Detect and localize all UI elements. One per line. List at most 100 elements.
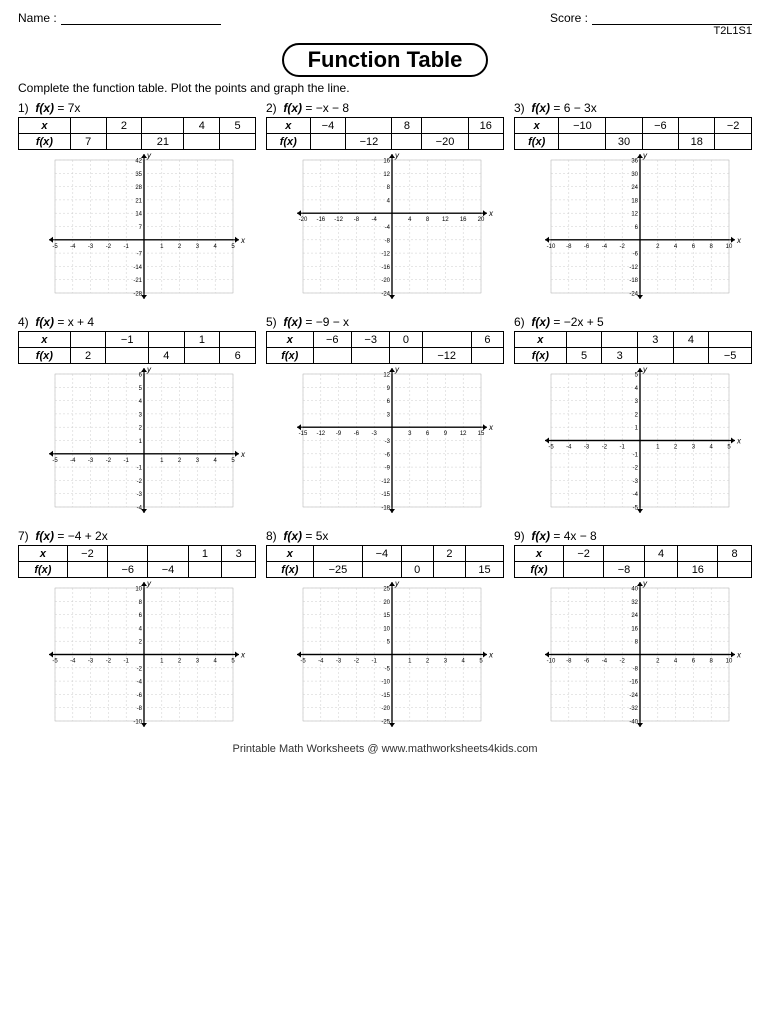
score-id: T2L1S1 bbox=[713, 25, 752, 37]
svg-text:-20: -20 bbox=[299, 217, 308, 223]
cell-2-1-4: −20 bbox=[422, 134, 468, 150]
svg-text:-40: -40 bbox=[629, 720, 638, 726]
problem-5: 5) f(x) = −9 − xx−6−306f(x)−12yx12963-3-… bbox=[266, 315, 504, 521]
cell-9-1-0: f(x) bbox=[515, 562, 564, 578]
cell-4-1-2 bbox=[106, 348, 149, 364]
cell-2-0-5: 16 bbox=[468, 118, 503, 134]
svg-text:y: y bbox=[146, 580, 152, 588]
cell-8-1-5: 15 bbox=[465, 562, 503, 578]
svg-text:-12: -12 bbox=[629, 265, 638, 271]
cell-7-1-3: −4 bbox=[148, 562, 188, 578]
cell-1-1-2 bbox=[106, 134, 142, 150]
svg-text:-8: -8 bbox=[354, 217, 360, 223]
svg-text:21: 21 bbox=[135, 198, 142, 204]
cell-1-0-5: 5 bbox=[220, 118, 256, 134]
cell-3-1-3 bbox=[642, 134, 679, 150]
cell-8-0-3 bbox=[401, 546, 433, 562]
cell-3-0-4 bbox=[679, 118, 715, 134]
cell-7-1-5 bbox=[222, 562, 256, 578]
func-table-9: x−248f(x)−816 bbox=[514, 545, 752, 578]
svg-text:-4: -4 bbox=[602, 244, 608, 250]
cell-9-0-0: x bbox=[515, 546, 564, 562]
cell-9-1-1 bbox=[563, 562, 603, 578]
cell-9-1-5 bbox=[718, 562, 752, 578]
cell-3-0-3: −6 bbox=[642, 118, 679, 134]
svg-text:36: 36 bbox=[631, 159, 638, 165]
svg-text:-15: -15 bbox=[299, 431, 308, 437]
svg-text:-4: -4 bbox=[566, 445, 572, 451]
cell-1-0-1 bbox=[70, 118, 106, 134]
svg-text:y: y bbox=[394, 152, 400, 160]
svg-text:-9: -9 bbox=[385, 466, 391, 472]
svg-text:40: 40 bbox=[631, 587, 638, 593]
cell-7-1-4 bbox=[188, 562, 222, 578]
svg-text:-4: -4 bbox=[70, 244, 76, 250]
svg-text:-16: -16 bbox=[381, 265, 390, 271]
svg-text:12: 12 bbox=[442, 217, 449, 223]
cell-7-0-0: x bbox=[19, 546, 68, 562]
cell-1-0-2: 2 bbox=[106, 118, 142, 134]
cell-9-0-1: −2 bbox=[563, 546, 603, 562]
svg-text:-1: -1 bbox=[372, 659, 378, 665]
svg-text:-6: -6 bbox=[633, 252, 639, 258]
func-table-1: x245f(x)721 bbox=[18, 117, 256, 150]
name-label: Name : bbox=[18, 11, 57, 25]
problem-3: 3) f(x) = 6 − 3xx−10−6−2f(x)3018yx363024… bbox=[514, 101, 752, 307]
svg-text:-8: -8 bbox=[633, 666, 639, 672]
cell-4-1-1: 2 bbox=[70, 348, 106, 364]
svg-text:-18: -18 bbox=[629, 278, 638, 284]
cell-2-1-5 bbox=[468, 134, 503, 150]
svg-text:-1: -1 bbox=[633, 452, 639, 458]
problems-grid: 1) f(x) = 7xx245f(x)721yx42352821147-7-1… bbox=[18, 101, 752, 735]
cell-7-0-2 bbox=[108, 546, 148, 562]
cell-6-1-2: 3 bbox=[602, 348, 638, 364]
title-container: Function Table bbox=[18, 43, 752, 77]
cell-5-0-3: 0 bbox=[390, 332, 422, 348]
name-underline bbox=[61, 10, 221, 25]
svg-text:20: 20 bbox=[478, 217, 485, 223]
svg-text:-3: -3 bbox=[385, 439, 391, 445]
cell-8-0-5 bbox=[465, 546, 503, 562]
cell-4-1-4 bbox=[184, 348, 220, 364]
svg-text:-12: -12 bbox=[334, 217, 343, 223]
score-underline bbox=[592, 10, 752, 25]
svg-text:x: x bbox=[736, 437, 742, 446]
svg-text:-5: -5 bbox=[300, 659, 306, 665]
svg-text:-4: -4 bbox=[137, 506, 143, 512]
svg-text:-8: -8 bbox=[566, 659, 572, 665]
svg-text:15: 15 bbox=[478, 431, 485, 437]
svg-text:20: 20 bbox=[383, 600, 390, 606]
problem-label-3: 3) f(x) = 6 − 3x bbox=[514, 101, 752, 115]
svg-text:-3: -3 bbox=[584, 445, 590, 451]
cell-2-1-0: f(x) bbox=[267, 134, 311, 150]
svg-text:-32: -32 bbox=[629, 706, 638, 712]
cell-6-0-2 bbox=[602, 332, 638, 348]
svg-text:-24: -24 bbox=[629, 292, 638, 298]
cell-8-0-2: −4 bbox=[363, 546, 402, 562]
problem-1: 1) f(x) = 7xx245f(x)721yx42352821147-7-1… bbox=[18, 101, 256, 307]
svg-text:x: x bbox=[488, 209, 494, 218]
svg-text:-5: -5 bbox=[52, 244, 58, 250]
svg-text:-3: -3 bbox=[88, 458, 94, 464]
cell-5-1-5 bbox=[471, 348, 503, 364]
graph-svg-7: yx108642-2-4-6-8-10-5-4-3-2-112345 bbox=[18, 580, 256, 735]
svg-text:10: 10 bbox=[383, 626, 390, 632]
svg-text:15: 15 bbox=[383, 613, 390, 619]
problem-label-5: 5) f(x) = −9 − x bbox=[266, 315, 504, 329]
score-label: Score : bbox=[550, 11, 588, 25]
svg-text:-12: -12 bbox=[381, 252, 390, 258]
svg-text:-2: -2 bbox=[620, 244, 626, 250]
svg-text:12: 12 bbox=[460, 431, 467, 437]
svg-text:-3: -3 bbox=[336, 659, 342, 665]
svg-text:5: 5 bbox=[479, 659, 483, 665]
cell-5-0-0: x bbox=[267, 332, 314, 348]
cell-3-0-5: −2 bbox=[715, 118, 752, 134]
cell-2-1-1 bbox=[310, 134, 346, 150]
cell-2-0-3: 8 bbox=[392, 118, 422, 134]
cell-6-0-1 bbox=[566, 332, 602, 348]
svg-text:-6: -6 bbox=[385, 452, 391, 458]
problem-label-7: 7) f(x) = −4 + 2x bbox=[18, 529, 256, 543]
svg-text:-10: -10 bbox=[133, 720, 142, 726]
cell-6-0-3: 3 bbox=[637, 332, 673, 348]
svg-text:30: 30 bbox=[631, 172, 638, 178]
